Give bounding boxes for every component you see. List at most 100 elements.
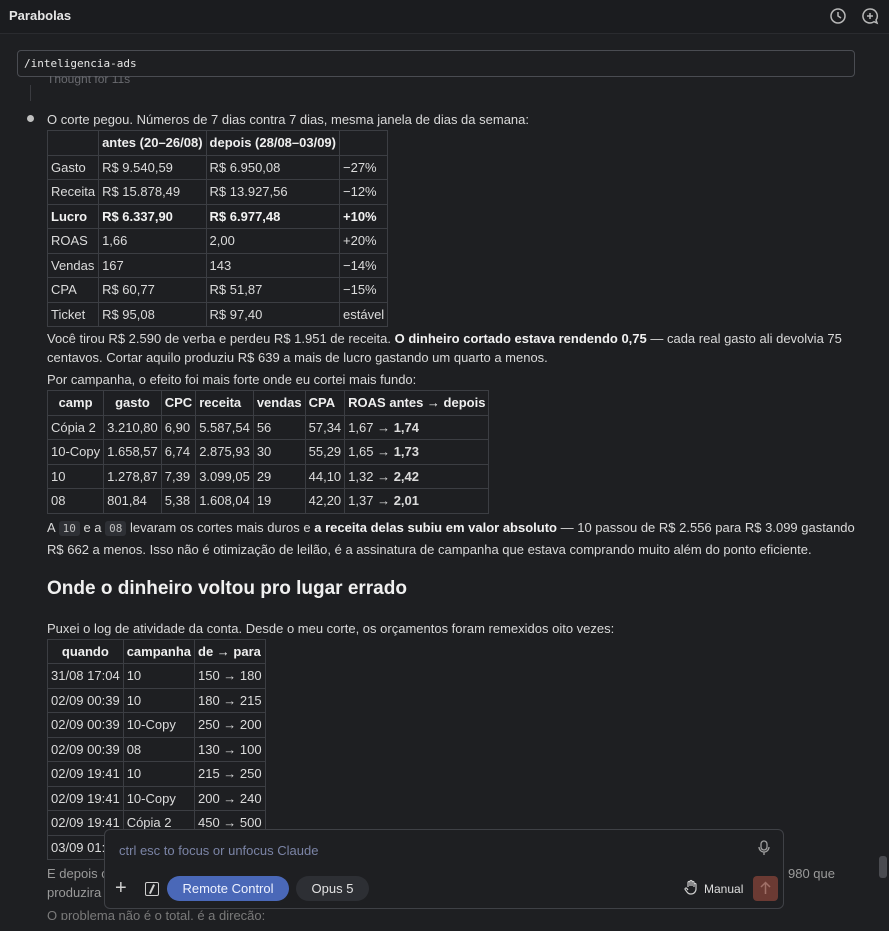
table-cell: 31/08 17:04 <box>47 663 124 689</box>
table-cell: 200 → 240 <box>194 785 266 811</box>
table-header: camp <box>46 390 105 416</box>
send-button[interactable] <box>753 876 778 901</box>
text: A <box>47 519 59 535</box>
bold-text: O dinheiro cortado estava rendendo 0,75 <box>394 331 647 346</box>
table-cell: 215 → 250 <box>194 761 266 787</box>
table-cell: 10 <box>46 463 105 489</box>
table-row: 08 801,84 5,38 1.608,04 19 42,20 1,37 → 2,01 <box>46 488 490 514</box>
table-cell: R$ 6.977,48 <box>205 203 341 229</box>
table-header: de → para <box>194 638 266 664</box>
thought-label[interactable]: Thought for 11s <box>47 76 130 86</box>
remote-control-button[interactable]: Remote Control <box>167 876 289 901</box>
table-cell: 250 → 200 <box>194 712 266 738</box>
table-cell: 2,00 <box>205 228 341 254</box>
table-header: ROAS antes → depois <box>344 390 490 416</box>
paragraph-cuts: A 10 e a 08 levaram os cortes mais duros… <box>47 517 857 560</box>
paragraph-after-right: 980 que <box>788 866 835 881</box>
paragraph-log: Puxei o log de atividade da conta. Desde… <box>47 620 615 636</box>
table-cell: 1,67 → 1,74 <box>344 414 490 440</box>
text: e a <box>79 519 106 535</box>
table-cell: R$ 15.878,49 <box>98 179 207 205</box>
table-cell: 1,66 <box>98 228 207 254</box>
table-cell: 130 → 100 <box>194 736 266 762</box>
chat-input-placeholder[interactable]: ctrl esc to focus or unfocus Claude <box>119 843 318 858</box>
table-cell: Gasto <box>46 154 100 180</box>
hand-icon[interactable] <box>683 879 699 895</box>
table-cell: 1.608,04 <box>195 488 254 514</box>
mode-label[interactable]: Manual <box>704 882 743 896</box>
text: Você tirou R$ 2.590 de verba e perdeu R$… <box>47 331 395 346</box>
table-header <box>46 130 100 156</box>
roas-after: 2,42 <box>393 468 420 484</box>
table-cell: 167 <box>98 252 207 278</box>
table-cell: 02/09 19:41 <box>47 761 124 787</box>
table-cell: Vendas <box>46 252 100 278</box>
roas-before: 1,67 → <box>348 419 394 435</box>
table-cell: 10-Copy <box>46 439 105 465</box>
table-cell: 150 → 180 <box>194 663 266 689</box>
paragraph-after-left: E depois o <box>47 866 109 881</box>
table-header: CPC <box>160 390 197 416</box>
microphone-icon[interactable] <box>757 840 771 856</box>
intro-text: O corte pegou. Números de 7 dias contra … <box>47 112 529 127</box>
table-cell: 10-Copy <box>122 785 196 811</box>
table-cell: 5.587,54 <box>195 414 254 440</box>
table-cell: 02/09 19:41 <box>47 785 124 811</box>
table-cell: 10-Copy <box>122 712 196 738</box>
roas-after: 1,73 <box>393 444 420 460</box>
table-row: Vendas 167 143 −14% <box>46 252 389 278</box>
table-cell: 10 <box>122 761 196 787</box>
table-cell: 1,32 → 2,42 <box>344 463 490 489</box>
scrollbar[interactable] <box>877 34 889 931</box>
table-cell: 44,10 <box>304 463 346 489</box>
table-row: ROAS 1,66 2,00 +20% <box>46 228 389 254</box>
code-chip: 08 <box>105 520 127 536</box>
table-row: 02/09 19:41 10 215 → 250 <box>47 761 266 787</box>
message-bullet <box>27 115 34 122</box>
table-row: 02/09 00:39 08 130 → 100 <box>47 736 266 762</box>
table-header: receita <box>195 390 254 416</box>
table-cell: 1,37 → 2,01 <box>344 488 490 514</box>
table-cell: 5,38 <box>160 488 197 514</box>
roas-after: 1,74 <box>393 419 420 435</box>
chat-input-panel[interactable]: ctrl esc to focus or unfocus Claude + Re… <box>104 829 784 909</box>
scrollbar-thumb[interactable] <box>879 856 887 878</box>
table-row: Lucro R$ 6.337,90 R$ 6.977,48 +10% <box>46 203 389 229</box>
table-header: vendas <box>252 390 306 416</box>
table-row: Cópia 2 3.210,80 6,90 5.587,54 56 57,34 1,67 →… <box>46 414 490 440</box>
table-cell: 2.875,93 <box>195 439 254 465</box>
table-cell: 19 <box>252 488 306 514</box>
window-title: Parabolas <box>9 8 72 23</box>
table-row: 10-Copy 1.658,57 6,74 2.875,93 30 55,29 1,65 →… <box>46 439 490 465</box>
table-row: Receita R$ 15.878,49 R$ 13.927,56 −12% <box>46 179 389 205</box>
table-cell: Ticket <box>46 301 100 327</box>
table-cell: R$ 97,40 <box>205 301 341 327</box>
table-cell: 3.099,05 <box>195 463 254 489</box>
title-bar: Parabolas <box>0 0 889 34</box>
model-selector-button[interactable]: Opus 5 <box>296 876 369 901</box>
table-cell: 801,84 <box>103 488 162 514</box>
clock-icon[interactable] <box>829 7 847 25</box>
table-header-row: camp gasto CPC receita vendas CPA ROAS a… <box>46 390 490 416</box>
table-cell: 1,65 → 1,73 <box>344 439 490 465</box>
table-cell: 10 <box>122 687 196 713</box>
chat-plus-icon[interactable] <box>861 7 879 25</box>
command-box[interactable]: /inteligencia-ads <box>17 50 855 77</box>
slash-command-icon[interactable] <box>145 882 159 896</box>
table-header <box>338 130 389 156</box>
table-cell: R$ 9.540,59 <box>98 154 207 180</box>
table-row: 10 1.278,87 7,39 3.099,05 29 44,10 1,32 → 2,42 <box>46 463 490 489</box>
campaign-table: camp gasto CPC receita vendas CPA ROAS a… <box>46 390 490 514</box>
table-header: CPA <box>304 390 346 416</box>
code-chip: 10 <box>58 520 80 536</box>
table-cell: 57,34 <box>304 414 346 440</box>
table-cell: 30 <box>252 439 306 465</box>
table-cell: Lucro <box>46 203 100 229</box>
table-row: Gasto R$ 9.540,59 R$ 6.950,08 −27% <box>46 154 389 180</box>
table-cell: −14% <box>338 252 389 278</box>
summary-table: antes (20–26/08) depois (28/08–03/09) Ga… <box>46 130 389 327</box>
table-cell: 42,20 <box>304 488 346 514</box>
input-controls: + Remote Control Opus 5 Manual <box>105 876 783 904</box>
bold-text: a receita delas subiu em valor absoluto <box>314 519 557 535</box>
add-icon[interactable]: + <box>115 878 133 898</box>
